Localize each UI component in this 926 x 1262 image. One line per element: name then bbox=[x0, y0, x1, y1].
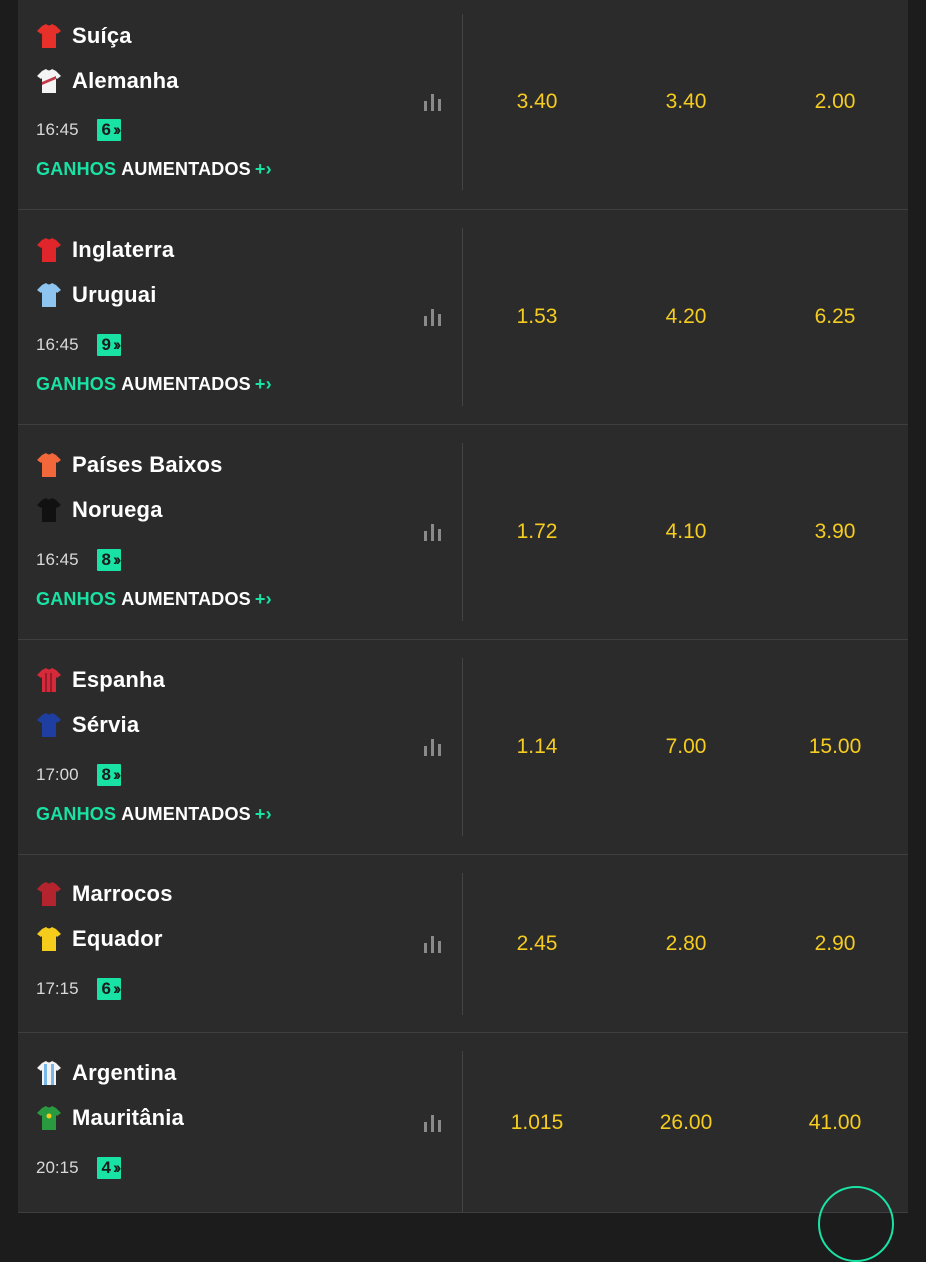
markets-count-badge[interactable]: 6 ›› bbox=[96, 978, 122, 1000]
boosted-odds-link[interactable]: GANHOS AUMENTADOS +› bbox=[36, 373, 272, 395]
home-team: Suíça bbox=[36, 20, 132, 52]
double-chevron-icon: ›› bbox=[113, 120, 122, 139]
home-team: Inglaterra bbox=[36, 234, 174, 266]
stats-icon[interactable] bbox=[422, 934, 444, 954]
odd-home[interactable]: 1.72 bbox=[463, 517, 611, 547]
kickoff-time: 17:00 bbox=[36, 765, 79, 784]
away-team: Mauritânia bbox=[36, 1102, 184, 1134]
odd-home[interactable]: 1.14 bbox=[463, 732, 611, 762]
home-shirt-icon bbox=[37, 238, 61, 262]
odd-away[interactable]: 3.90 bbox=[761, 517, 909, 547]
away-shirt-icon bbox=[37, 69, 61, 93]
odd-draw[interactable]: 4.10 bbox=[612, 517, 760, 547]
home-team: Países Baixos bbox=[36, 449, 223, 481]
match-meta: 17:15 6 ›› bbox=[36, 976, 122, 1002]
odd-away[interactable]: 15.00 bbox=[761, 732, 909, 762]
away-team: Uruguai bbox=[36, 279, 157, 311]
home-shirt-icon bbox=[37, 1061, 61, 1085]
boost-arrow-icon: +› bbox=[254, 588, 272, 609]
double-chevron-icon: ›› bbox=[113, 765, 122, 784]
stats-icon[interactable] bbox=[422, 737, 444, 757]
match-row[interactable]: Marrocos Equador 17:15 6 ›› 2.45 2.80 2.9… bbox=[18, 855, 908, 1033]
home-team: Espanha bbox=[36, 664, 165, 696]
match-row[interactable]: Inglaterra Uruguai 16:45 9 ›› GANHOS AUMEN… bbox=[18, 210, 908, 425]
odd-home[interactable]: 1.53 bbox=[463, 302, 611, 332]
match-meta: 16:45 6 ›› bbox=[36, 117, 122, 143]
markets-count-badge[interactable]: 9 ›› bbox=[96, 334, 122, 356]
markets-count-badge[interactable]: 4 ›› bbox=[96, 1157, 122, 1179]
stats-icon[interactable] bbox=[422, 307, 444, 327]
home-team: Marrocos bbox=[36, 878, 173, 910]
away-team: Alemanha bbox=[36, 65, 179, 97]
away-shirt-icon bbox=[37, 1106, 61, 1130]
boosted-odds-link[interactable]: GANHOS AUMENTADOS +› bbox=[36, 803, 272, 825]
match-row[interactable]: Argentina Mauritânia 20:15 4 ›› 1.015 26.… bbox=[18, 1033, 908, 1213]
odd-draw[interactable]: 3.40 bbox=[612, 87, 760, 117]
match-meta: 17:00 8 ›› bbox=[36, 762, 122, 788]
odd-draw[interactable]: 2.80 bbox=[612, 929, 760, 959]
kickoff-time: 16:45 bbox=[36, 120, 79, 139]
stats-icon[interactable] bbox=[422, 1113, 444, 1133]
home-shirt-icon bbox=[37, 882, 61, 906]
odd-away[interactable]: 41.00 bbox=[761, 1108, 909, 1138]
away-team: Sérvia bbox=[36, 709, 139, 741]
odd-away[interactable]: 2.90 bbox=[761, 929, 909, 959]
odd-home[interactable]: 3.40 bbox=[463, 87, 611, 117]
odd-away[interactable]: 6.25 bbox=[761, 302, 909, 332]
markets-count-badge[interactable]: 6 ›› bbox=[96, 119, 122, 141]
away-shirt-icon bbox=[37, 498, 61, 522]
away-shirt-icon bbox=[37, 927, 61, 951]
double-chevron-icon: ›› bbox=[113, 550, 122, 569]
markets-count-badge[interactable]: 8 ›› bbox=[96, 549, 122, 571]
home-shirt-icon bbox=[37, 453, 61, 477]
boost-arrow-icon: +› bbox=[254, 803, 272, 824]
boosted-odds-link[interactable]: GANHOS AUMENTADOS +› bbox=[36, 158, 272, 180]
match-meta: 20:15 4 ›› bbox=[36, 1155, 122, 1181]
odd-draw[interactable]: 4.20 bbox=[612, 302, 760, 332]
floating-action-button[interactable] bbox=[818, 1186, 894, 1262]
boost-arrow-icon: +› bbox=[254, 158, 272, 179]
odd-home[interactable]: 2.45 bbox=[463, 929, 611, 959]
odd-draw[interactable]: 7.00 bbox=[612, 732, 760, 762]
away-shirt-icon bbox=[37, 283, 61, 307]
away-team: Equador bbox=[36, 923, 163, 955]
odd-away[interactable]: 2.00 bbox=[761, 87, 909, 117]
odd-draw[interactable]: 26.00 bbox=[612, 1108, 760, 1138]
double-chevron-icon: ›› bbox=[113, 335, 122, 354]
match-row[interactable]: Espanha Sérvia 17:00 8 ›› GANHOS AUMENTADO… bbox=[18, 640, 908, 855]
odd-home[interactable]: 1.015 bbox=[463, 1108, 611, 1138]
home-team: Argentina bbox=[36, 1057, 176, 1089]
away-team: Noruega bbox=[36, 494, 163, 526]
stats-icon[interactable] bbox=[422, 92, 444, 112]
match-meta: 16:45 8 ›› bbox=[36, 547, 122, 573]
markets-count-badge[interactable]: 8 ›› bbox=[96, 764, 122, 786]
match-row[interactable]: Suíça Alemanha 16:45 6 ›› GANHOS AUMENTADO… bbox=[18, 0, 908, 210]
boosted-odds-link[interactable]: GANHOS AUMENTADOS +› bbox=[36, 588, 272, 610]
boost-arrow-icon: +› bbox=[254, 373, 272, 394]
home-shirt-icon bbox=[37, 24, 61, 48]
home-shirt-icon bbox=[37, 668, 61, 692]
kickoff-time: 20:15 bbox=[36, 1158, 79, 1177]
kickoff-time: 17:15 bbox=[36, 979, 79, 998]
match-meta: 16:45 9 ›› bbox=[36, 332, 122, 358]
double-chevron-icon: ›› bbox=[113, 1158, 122, 1177]
away-shirt-icon bbox=[37, 713, 61, 737]
kickoff-time: 16:45 bbox=[36, 335, 79, 354]
match-row[interactable]: Países Baixos Noruega 16:45 8 ›› GANHOS AU… bbox=[18, 425, 908, 640]
stats-icon[interactable] bbox=[422, 522, 444, 542]
kickoff-time: 16:45 bbox=[36, 550, 79, 569]
double-chevron-icon: ›› bbox=[113, 979, 122, 998]
